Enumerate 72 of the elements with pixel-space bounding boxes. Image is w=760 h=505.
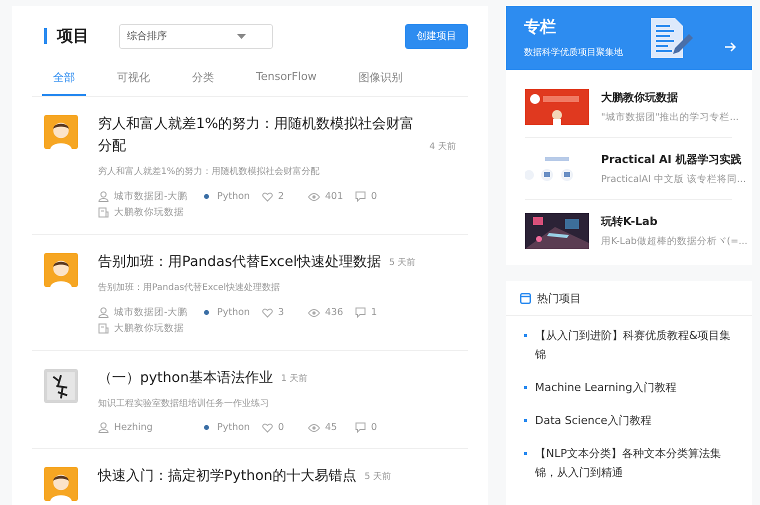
project-title[interactable]: 快速入门：搞定初学Python的十大易错点 [98, 465, 357, 487]
project-summary: 告别加班：用Pandas代替Excel快速处理数据 [98, 282, 281, 294]
comment-icon [355, 307, 366, 318]
post-time: 5 天前 [364, 470, 392, 484]
hot-project-link[interactable]: Machine Learning入门教程 [535, 378, 676, 397]
hot-project-link[interactable]: 【NLP文本分类】各种文本分类算法集锦，从入门到精通 [535, 444, 732, 482]
book-icon [98, 323, 109, 334]
bullet-icon [524, 386, 527, 389]
post-time: 4 天前 [429, 140, 456, 154]
like-count: 2 [278, 191, 286, 202]
like-count: 3 [278, 307, 286, 318]
document-pen-drawing [649, 18, 695, 58]
arrow-right-icon[interactable] [725, 42, 736, 52]
hot-project-link[interactable]: 【从入门到进阶】科赛优质教程&项目集锦 [535, 326, 732, 364]
language-dot-icon [204, 310, 209, 315]
project-title[interactable]: 穷人和富人就差1%的努力：用随机数模拟社会财富分配 [98, 113, 422, 157]
tab[interactable]: 可视化 [106, 66, 161, 96]
language-label: Python [217, 422, 251, 433]
eye-icon [308, 192, 320, 200]
calendar-icon [520, 292, 531, 304]
avatar[interactable] [44, 253, 78, 287]
tab[interactable]: 全部 [42, 66, 86, 96]
language-dot-icon [204, 425, 209, 430]
banner-title: 专栏 [524, 17, 557, 38]
section-title: 项目 [57, 26, 89, 46]
language-label: Python [217, 191, 251, 202]
column-description: PracticalAI 中文版 该专栏将同... [601, 172, 746, 186]
project-summary: 穷人和富人就差1%的努力：用随机数模拟社会财富分配 [98, 166, 320, 178]
hot-projects-title: 热门项目 [537, 290, 581, 306]
tab[interactable]: 图像识别 [348, 66, 414, 96]
post-time: 1 天前 [280, 372, 308, 386]
column-description: "城市数据团"推出的学习专栏... [601, 110, 739, 124]
project-title[interactable]: 告别加班：用Pandas代替Excel快速处理数据 [98, 251, 382, 273]
bullet-icon [524, 452, 527, 455]
tab[interactable]: TensorFlow [245, 66, 328, 96]
user-icon [98, 191, 109, 202]
view-count: 436 [325, 307, 344, 318]
comment-count: 1 [371, 307, 378, 318]
avatar[interactable] [44, 115, 78, 149]
user-icon [98, 307, 109, 318]
title-accent-bar [44, 28, 47, 44]
user-icon [98, 422, 109, 433]
comment-count: 0 [371, 191, 378, 202]
book-icon [98, 207, 109, 218]
heart-icon [262, 422, 273, 432]
project-title[interactable]: （一）python基本语法作业 [98, 367, 273, 389]
hot-project-link[interactable]: Data Science入门教程 [535, 411, 652, 430]
bullet-icon [524, 334, 527, 337]
view-count: 45 [325, 422, 338, 433]
eye-icon [308, 424, 320, 432]
column-title[interactable]: 大鹏教你玩数据 [601, 90, 739, 104]
heart-icon [262, 308, 273, 318]
bullet-icon [524, 419, 527, 422]
language-label: Python [217, 307, 251, 318]
avatar[interactable] [44, 467, 78, 501]
comment-icon [355, 191, 366, 202]
tab[interactable]: 分类 [181, 66, 225, 96]
like-count: 0 [278, 422, 286, 433]
comment-count: 0 [371, 422, 378, 433]
caret-icon [237, 34, 246, 38]
eye-icon [308, 308, 320, 316]
column-title[interactable]: 玩转K-Lab [601, 214, 748, 228]
column-title[interactable]: Practical AI 机器学习实践 [601, 152, 746, 166]
project-summary: 知识工程实验室数据组培训任务一作业练习 [98, 398, 270, 410]
language-dot-icon [204, 194, 209, 199]
view-count: 401 [325, 191, 344, 202]
post-time: 5 天前 [389, 256, 416, 270]
heart-icon [262, 192, 273, 202]
banner-subtitle: 数据科学优质项目聚集地 [524, 46, 624, 59]
comment-icon [355, 422, 366, 433]
sort-dropdown[interactable]: 综合排序 [119, 24, 273, 48]
column-description: 用K-Lab做超棒的数据分析ヾ(=... [601, 234, 748, 248]
